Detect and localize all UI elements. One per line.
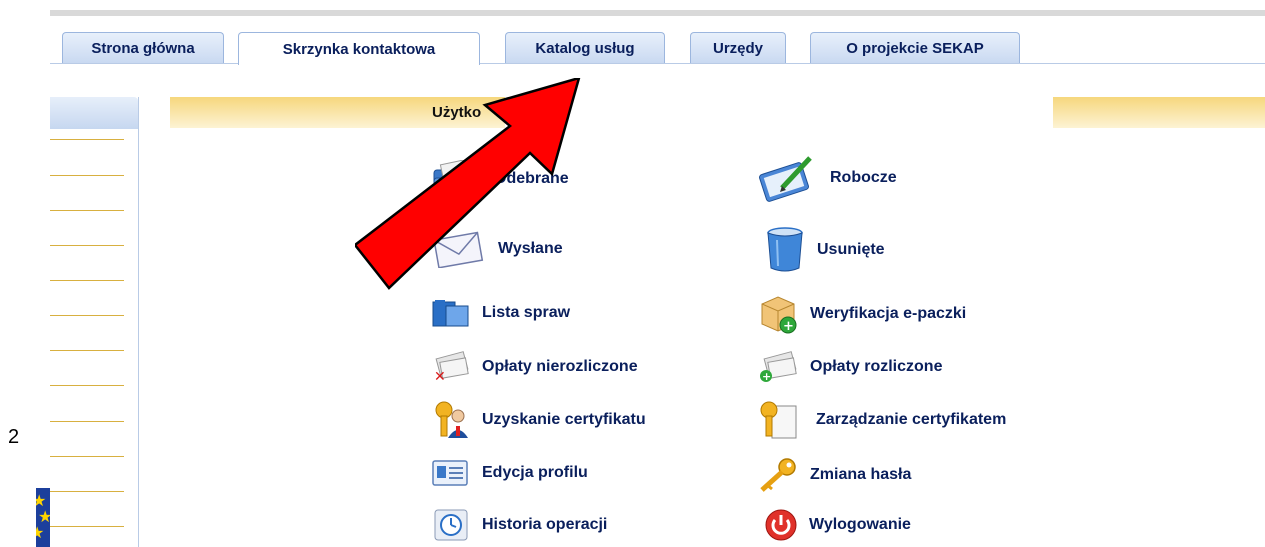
sidebar-item[interactable] (50, 139, 124, 140)
tab-strona-glowna[interactable]: Strona główna (62, 32, 224, 63)
profile-card-icon (432, 460, 468, 486)
svg-text:+: + (762, 370, 771, 383)
sidebar-header (50, 97, 138, 129)
eu-flag-icon: ★ ★ ★ (36, 488, 50, 547)
arrow-shape (355, 78, 581, 290)
power-icon (765, 509, 797, 541)
page-number: 2 (8, 426, 20, 448)
sidebar-item[interactable] (50, 491, 124, 492)
sidebar-item[interactable] (50, 456, 124, 457)
main-tabs: Strona główna Skrzynka kontaktowa Katalo… (50, 32, 1265, 65)
menu-uzyskanie-certyfikatu[interactable]: Uzyskanie certyfikatu (432, 400, 646, 440)
tab-o-projekcie[interactable]: O projekcie SEKAP (810, 32, 1020, 63)
menu-oplaty-nierozliczone[interactable]: ✕ Opłaty nierozliczone (432, 351, 638, 383)
case-list-icon (432, 300, 469, 327)
clock-icon (434, 509, 468, 541)
tab-katalog-uslug[interactable]: Katalog usług (505, 32, 665, 63)
sidebar-item[interactable] (50, 210, 124, 211)
svg-text:+: + (783, 319, 794, 334)
sidebar-item[interactable] (50, 526, 124, 527)
menu-weryfikacja-epaczki[interactable]: + Weryfikacja e-paczki (758, 294, 966, 334)
menu-edycja-profilu[interactable]: Edycja profilu (432, 459, 588, 487)
sidebar-item[interactable] (50, 350, 124, 351)
sidebar-item[interactable] (50, 385, 124, 386)
tab-skrzynka-kontaktowa[interactable]: Skrzynka kontaktowa (238, 32, 480, 65)
menu-oplaty-rozliczone[interactable]: + Opłaty rozliczone (758, 351, 942, 383)
menu-robocze[interactable]: Robocze (758, 152, 897, 204)
menu-wylogowanie[interactable]: Wylogowanie (765, 509, 911, 541)
paid-fees-icon: + (760, 351, 797, 383)
tab-urzedy[interactable]: Urzędy (690, 32, 786, 63)
top-bar (50, 10, 1265, 16)
sidebar-item[interactable] (50, 315, 124, 316)
certificate-request-icon (435, 401, 468, 438)
sidebar-item[interactable] (50, 245, 124, 246)
unpaid-fees-icon: ✕ (434, 351, 469, 383)
sidebar-item[interactable] (50, 175, 124, 176)
drafts-pencil-icon (759, 156, 812, 202)
certificate-key-icon (760, 401, 797, 439)
menu-historia-operacji[interactable]: Historia operacji (432, 508, 607, 542)
menu-zarzadzanie-certyfikatem[interactable]: Zarządzanie certyfikatem (758, 400, 1006, 440)
sidebar (50, 97, 139, 547)
trash-bin-icon (767, 227, 803, 272)
sidebar-item[interactable] (50, 421, 124, 422)
svg-text:✕: ✕ (434, 369, 446, 383)
red-arrow-annotation (355, 78, 581, 290)
menu-lista-spraw[interactable]: Lista spraw (432, 299, 570, 327)
package-verify-icon: + (761, 296, 797, 334)
menu-zmiana-hasla[interactable]: Zmiana hasła (758, 458, 911, 492)
sidebar-item[interactable] (50, 280, 124, 281)
menu-usuniete[interactable]: Usunięte (765, 226, 885, 274)
key-icon (760, 458, 796, 492)
